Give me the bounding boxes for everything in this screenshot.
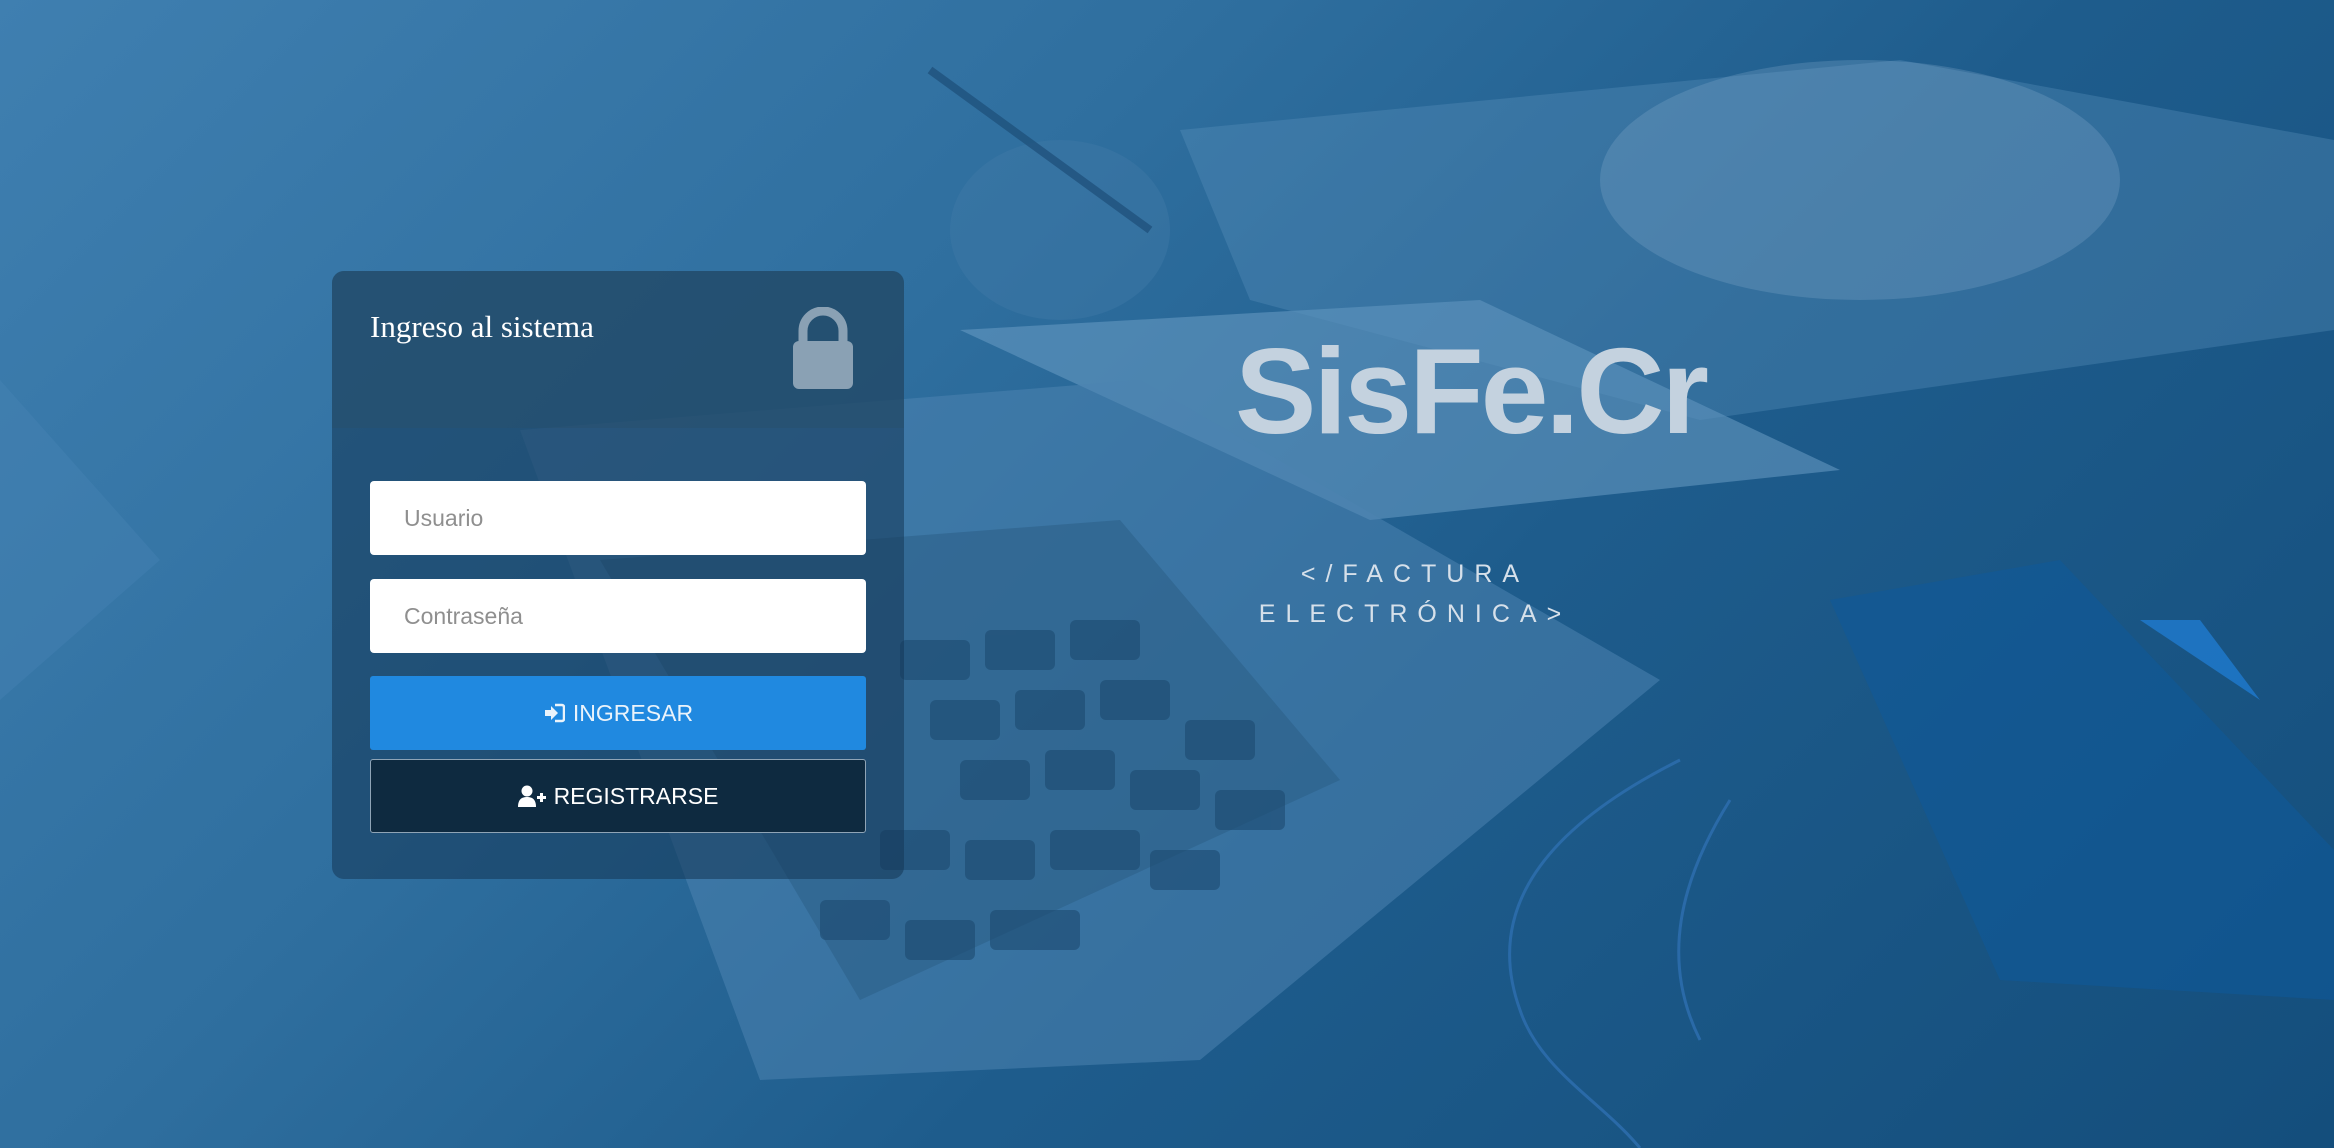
login-panel: Ingreso al sistema INGRESAR bbox=[332, 271, 904, 879]
tagline-line-1: </FACTURA bbox=[1300, 560, 1530, 588]
register-button-label: REGISTRARSE bbox=[553, 782, 719, 809]
brand-tagline: </FACTURA ELECTRÓNICA> bbox=[1235, 554, 1595, 634]
brand-logo-text: SisFe.Cr bbox=[1235, 323, 1709, 459]
sign-in-icon bbox=[543, 703, 565, 723]
login-title: Ingreso al sistema bbox=[370, 309, 594, 344]
login-panel-header: Ingreso al sistema bbox=[332, 271, 904, 428]
login-button[interactable]: INGRESAR bbox=[370, 676, 866, 750]
username-input[interactable] bbox=[370, 481, 866, 555]
password-input[interactable] bbox=[370, 579, 866, 653]
user-plus-icon bbox=[517, 785, 546, 807]
register-button[interactable]: REGISTRARSE bbox=[370, 759, 866, 833]
login-button-label: INGRESAR bbox=[572, 699, 694, 726]
tagline-line-2: ELECTRÓNICA> bbox=[1258, 600, 1572, 628]
lock-icon bbox=[787, 306, 859, 391]
